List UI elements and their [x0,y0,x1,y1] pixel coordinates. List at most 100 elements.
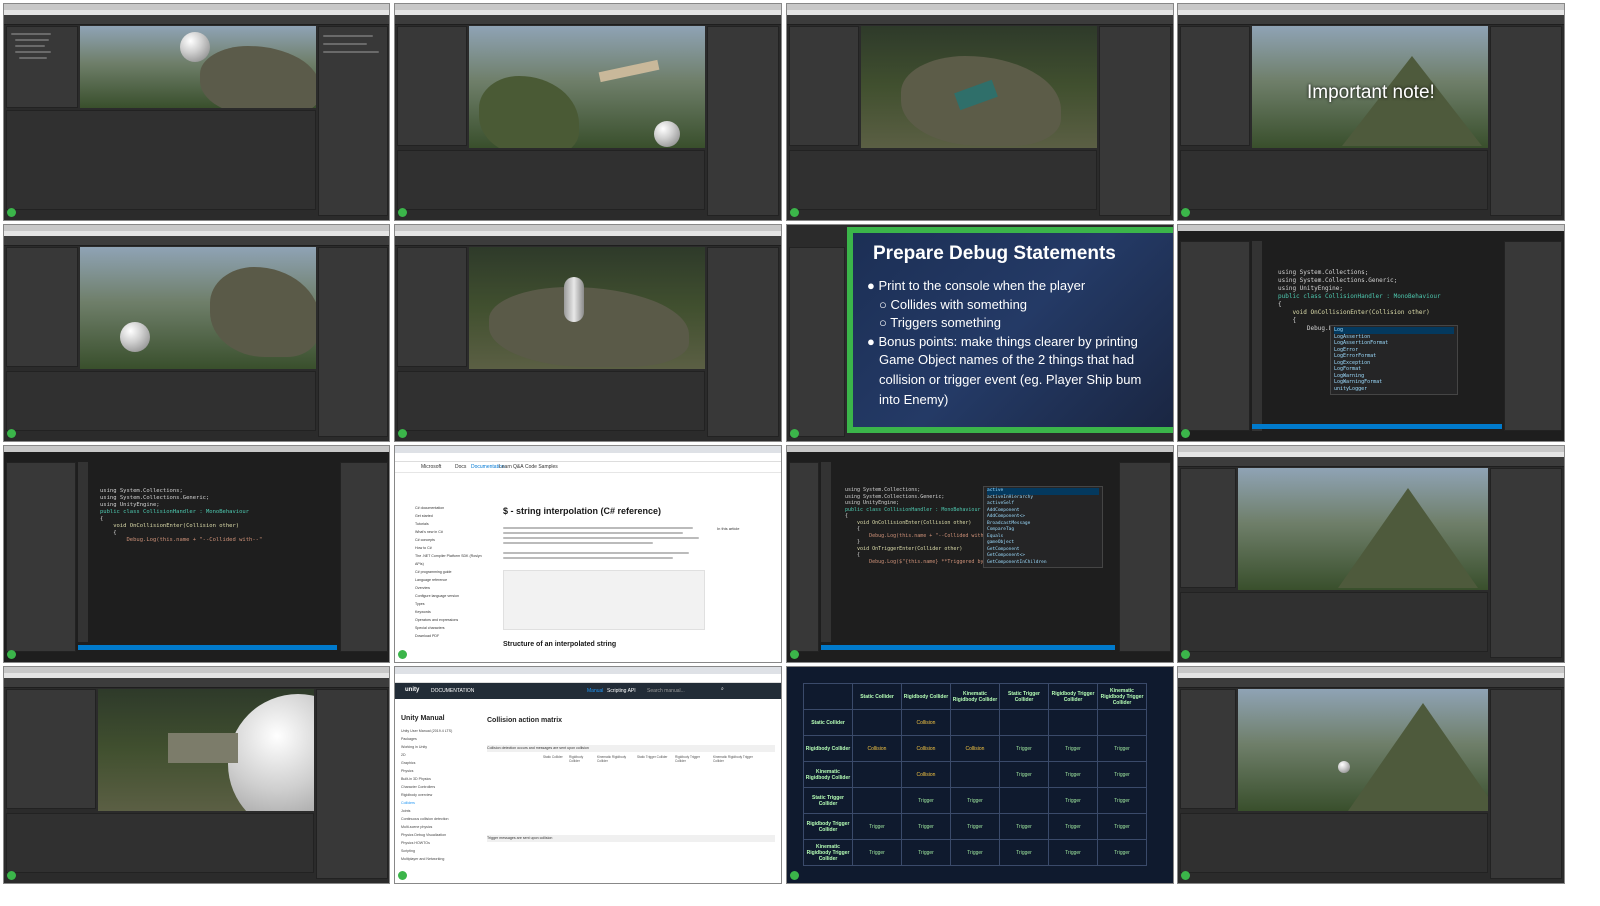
toolbar [395,236,781,246]
thumb-matrix-slide[interactable]: Static Collider Rigidbody Collider Kinem… [786,666,1174,884]
matrix-cell: Trigger [1048,761,1098,788]
scene-view[interactable] [98,689,314,811]
toolbar [395,15,781,25]
matrix-cell: Collision [901,761,951,788]
suggestion-item[interactable]: GetComponentInChildren [987,560,1099,567]
sidebar-item[interactable]: C# concepts [415,536,485,544]
autocomplete-popup[interactable]: active activeInHierarchy activeSelf AddC… [983,486,1103,568]
game-view[interactable] [1238,468,1488,590]
thumb-msdocs[interactable]: Microsoft Docs Documentation Learn Q&A C… [394,445,782,663]
matrix-col-header: Static Trigger Collider [999,683,1049,710]
ms-logo[interactable]: Microsoft [421,464,441,470]
ms-subheading: Structure of an interpolated string [503,641,617,648]
sidebar-item[interactable]: Keywords [415,608,485,616]
sidebar-item[interactable]: Overview [415,584,485,592]
ms-nav-samples[interactable]: Code Samples [525,464,558,470]
scene-view[interactable]: Important note! [1252,26,1488,148]
ms-nav-learn[interactable]: Learn [499,464,512,470]
sidebar-item[interactable]: Colliders [401,799,481,807]
sidebar-item[interactable]: Types [415,600,485,608]
inspector-panel [1119,462,1171,652]
inspector-panel [318,26,388,216]
scene-view[interactable] [469,247,705,369]
inspector-panel [707,247,779,437]
ms-nav-qa[interactable]: Q&A [513,464,524,470]
sidebar-item[interactable]: Physics HOWTOs [401,839,481,847]
matrix-cell: Trigger [999,839,1049,866]
autocomplete-popup[interactable]: Log LogAssertion LogAssertionFormat LogE… [1330,325,1458,395]
matrix-cell: Collision [901,709,951,736]
window-titlebar [1178,225,1564,231]
sidebar-item[interactable]: Unity User Manual (2019.4 LTS) [401,727,481,735]
sidebar-item[interactable]: Tutorials [415,520,485,528]
important-note-label: Important note! [1307,82,1435,103]
sidebar-item[interactable]: Continuous collision detection [401,815,481,823]
thumb-slide[interactable]: Prepare Debug Statements ● Print to the … [786,224,1174,442]
sidebar-item[interactable]: Language reference [415,576,485,584]
sidebar-item[interactable]: Configure language version [415,592,485,600]
thumb-unity-5[interactable] [3,224,390,442]
thumb-unity-4[interactable]: Important note! [1177,3,1565,221]
thumb-unity-6[interactable] [394,224,782,442]
sidebar-item[interactable]: Packages [401,735,481,743]
thumb-unity-1[interactable] [3,3,390,221]
slide-title: Prepare Debug Statements [873,243,1116,264]
sidebar-item[interactable]: C# documentation [415,504,485,512]
scene-view[interactable] [469,26,705,148]
search-input[interactable]: Search manual... [647,688,685,694]
manual-title: Unity Manual [401,715,445,722]
suggestion-item[interactable]: unityLogger [1334,386,1454,393]
sidebar-item[interactable]: Special characters [415,624,485,632]
thumb-unity-3[interactable] [786,3,1174,221]
tab-scripting-api[interactable]: Scripting API [607,688,636,694]
sidebar-item[interactable]: Joints [401,807,481,815]
ms-nav-docs[interactable]: Docs [455,464,466,470]
sidebar-item[interactable]: Multiplayer and Networking [401,855,481,863]
scene-view[interactable] [80,26,316,108]
status-dot-icon [7,429,16,438]
sidebar-item[interactable]: Physics Debug Visualization [401,831,481,839]
sidebar-item[interactable]: Scripting [401,847,481,855]
scene-view[interactable] [861,26,1097,148]
window-titlebar [787,446,1173,452]
code-editor[interactable]: using System.Collections; using System.Co… [100,474,262,558]
thumb-vscode-1[interactable]: using System.Collections; using System.Co… [1177,224,1565,442]
matrix-cell: Trigger [901,813,951,840]
sidebar-item[interactable]: Character Controllers [401,783,481,791]
inspector-panel [340,462,388,652]
sidebar-item[interactable]: Physics [401,767,481,775]
thumb-unity-9[interactable] [1177,666,1565,884]
sidebar-item[interactable]: Rigidbody overview [401,791,481,799]
status-bar [1252,424,1502,429]
thumb-vscode-3[interactable]: using System.Collections; using System.Co… [786,445,1174,663]
sidebar-item[interactable]: Working in Unity [401,743,481,751]
search-icon[interactable]: ⌕ [721,686,724,692]
unity-logo[interactable]: unity [405,687,419,693]
sidebar-item[interactable]: What's new in C# [415,528,485,536]
sidebar-item[interactable]: Built-in 3D Physics [401,775,481,783]
sidebar-item[interactable]: Multi-scene physics [401,823,481,831]
sidebar-item[interactable]: Graphics [401,759,481,767]
thumb-unity-2[interactable] [394,3,782,221]
sidebar-item[interactable]: Download PDF [415,632,485,640]
thumb-unity-docs[interactable]: unity DOCUMENTATION Manual Scripting API… [394,666,782,884]
thumb-unity-7[interactable] [1177,445,1565,663]
matrix-col-header: Static Collider [852,683,902,710]
toolbar [1178,457,1564,467]
sidebar-item[interactable]: Get started [415,512,485,520]
sidebar-item[interactable]: How to C# [415,544,485,552]
tab-manual[interactable]: Manual [587,688,603,694]
address-bar[interactable] [395,453,781,462]
inspector-panel [1099,26,1171,216]
sidebar-item[interactable]: Operators and expressions [415,616,485,624]
sidebar-item[interactable]: The .NET Compiler Platform SDK (Roslyn A… [415,552,485,568]
matrix-cell: Trigger [901,787,951,814]
address-bar[interactable] [395,674,781,683]
scene-view[interactable] [80,247,316,369]
game-view[interactable] [1238,689,1488,811]
thumb-vscode-2[interactable]: using System.Collections; using System.Co… [3,445,390,663]
ms-body-text [503,524,703,562]
sidebar-item[interactable]: 2D [401,751,481,759]
thumb-unity-8[interactable] [3,666,390,884]
sidebar-item[interactable]: C# programming guide [415,568,485,576]
